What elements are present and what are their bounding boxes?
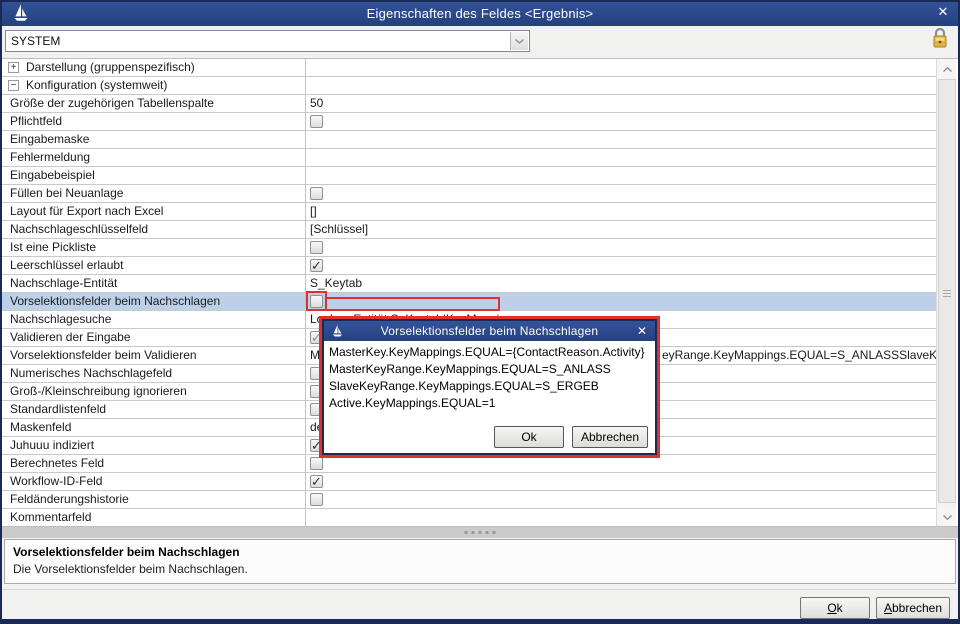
property-label: Ist eine Pickliste bbox=[10, 239, 96, 256]
property-label: Validieren der Eingabe bbox=[10, 329, 131, 346]
property-label: Maskenfeld bbox=[10, 419, 71, 436]
combobox-value: SYSTEM bbox=[11, 34, 60, 48]
popup-title-bar: Vorselektionsfelder beim Nachschlagen ✕ bbox=[324, 321, 655, 341]
property-label: Leerschlüssel erlaubt bbox=[10, 257, 123, 274]
expand-icon[interactable]: + bbox=[8, 62, 19, 73]
popup-ok-button[interactable]: Ok bbox=[494, 426, 564, 448]
property-row[interactable]: Nachschlageschlüsselfeld [Schlüssel] bbox=[2, 221, 936, 239]
cancel-button[interactable]: Abbrechen bbox=[876, 597, 950, 619]
vertical-scrollbar[interactable] bbox=[936, 59, 956, 526]
mapping-line: SlaveKeyRange.KeyMappings.EQUAL=S_ERGEB bbox=[324, 378, 655, 395]
property-label: Füllen bei Neuanlage bbox=[10, 185, 123, 202]
property-label: Groß-/Kleinschreibung ignorieren bbox=[10, 383, 187, 400]
property-label: Nachschlagesuche bbox=[10, 311, 111, 328]
mapping-lines: MasterKey.KeyMappings.EQUAL={ContactReas… bbox=[324, 341, 655, 412]
property-label: Kommentarfeld bbox=[10, 509, 91, 526]
property-label: Eingabebeispiel bbox=[10, 167, 95, 184]
close-icon[interactable]: ✕ bbox=[634, 322, 650, 338]
property-value: [Schlüssel] bbox=[310, 221, 368, 238]
property-row[interactable]: Vorselektionsfelder beim Nachschlagen bbox=[2, 293, 936, 311]
description-panel: Vorselektionsfelder beim Nachschlagen Di… bbox=[4, 539, 956, 584]
category-row[interactable]: + Darstellung (gruppenspezifisch) bbox=[2, 59, 936, 77]
property-checkbox[interactable] bbox=[310, 187, 323, 200]
property-checkbox[interactable]: ✓ bbox=[310, 475, 323, 488]
property-checkbox[interactable] bbox=[310, 115, 323, 128]
property-checkbox[interactable] bbox=[310, 457, 323, 470]
column-separator bbox=[305, 59, 306, 526]
scrollbar-thumb[interactable] bbox=[938, 79, 956, 503]
property-label: Workflow-ID-Feld bbox=[10, 473, 102, 490]
property-label: Konfiguration (systemweit) bbox=[26, 77, 167, 94]
chevron-down-icon[interactable] bbox=[510, 32, 528, 50]
property-label: Vorselektionsfelder beim Validieren bbox=[10, 347, 197, 364]
property-row[interactable]: Eingabebeispiel bbox=[2, 167, 936, 185]
collapse-icon[interactable]: − bbox=[8, 80, 19, 91]
description-title: Vorselektionsfelder beim Nachschlagen bbox=[13, 545, 240, 559]
popup-body: MasterKey.KeyMappings.EQUAL={ContactReas… bbox=[324, 341, 655, 453]
property-row[interactable]: Leerschlüssel erlaubt ✓ bbox=[2, 257, 936, 275]
property-label: Feldänderungshistorie bbox=[10, 491, 129, 508]
property-label: Nachschlage-Entität bbox=[10, 275, 117, 292]
property-label: Darstellung (gruppenspezifisch) bbox=[26, 59, 195, 76]
splitter-handle[interactable] bbox=[2, 526, 958, 538]
property-label: Numerisches Nachschlagefeld bbox=[10, 365, 172, 382]
property-row[interactable]: Größe der zugehörigen Tabellenspalte 50 bbox=[2, 95, 936, 113]
ok-button[interactable]: Ok bbox=[800, 597, 870, 619]
category-row[interactable]: −Konfiguration (systemweit) bbox=[2, 77, 936, 95]
property-value: S_Keytab bbox=[310, 275, 362, 292]
lock-icon[interactable] bbox=[931, 27, 949, 50]
description-text: Die Vorselektionsfelder beim Nachschlage… bbox=[13, 562, 248, 576]
checkmark-icon: ✓ bbox=[311, 473, 322, 490]
property-label: Layout für Export nach Excel bbox=[10, 203, 163, 220]
property-value: 50 bbox=[310, 95, 323, 112]
property-row[interactable]: Workflow-ID-Feld ✓ bbox=[2, 473, 936, 491]
property-checkbox[interactable]: ✓ bbox=[310, 259, 323, 272]
sailboat-icon bbox=[12, 3, 30, 23]
popup-window: Vorselektionsfelder beim Nachschlagen ✕ … bbox=[322, 319, 657, 455]
window-title: Eigenschaften des Feldes <Ergebnis> bbox=[0, 6, 960, 21]
property-label: Standardlistenfeld bbox=[10, 401, 106, 418]
property-checkbox[interactable] bbox=[310, 295, 323, 308]
footer-bar: Ok Abbrechen bbox=[2, 589, 958, 619]
preselection-popup: Vorselektionsfelder beim Nachschlagen ✕ … bbox=[319, 316, 660, 458]
sailboat-icon bbox=[331, 324, 344, 338]
property-row[interactable]: Kommentarfeld bbox=[2, 509, 936, 526]
property-label: Juhuuu indiziert bbox=[10, 437, 94, 454]
property-row[interactable]: Pflichtfeld bbox=[2, 113, 936, 131]
property-checkbox[interactable] bbox=[310, 241, 323, 254]
property-row[interactable]: Nachschlage-Entität S_Keytab bbox=[2, 275, 936, 293]
property-row[interactable]: Ist eine Pickliste bbox=[2, 239, 936, 257]
close-icon[interactable]: ✕ bbox=[934, 3, 952, 21]
mapping-line: MasterKeyRange.KeyMappings.EQUAL=S_ANLAS… bbox=[324, 361, 655, 378]
mapping-line: Active.KeyMappings.EQUAL=1 bbox=[324, 395, 655, 412]
property-label: Pflichtfeld bbox=[10, 113, 62, 130]
checkmark-icon: ✓ bbox=[311, 257, 322, 274]
property-value: [] bbox=[310, 203, 317, 220]
property-row[interactable]: Fehlermeldung bbox=[2, 149, 936, 167]
field-group-combobox[interactable]: SYSTEM bbox=[5, 30, 530, 52]
properties-dialog: Eigenschaften des Feldes <Ergebnis> ✕ SY… bbox=[0, 0, 960, 624]
mapping-line: MasterKey.KeyMappings.EQUAL={ContactReas… bbox=[324, 344, 655, 361]
title-bar: Eigenschaften des Feldes <Ergebnis> ✕ bbox=[0, 0, 960, 26]
property-checkbox[interactable] bbox=[310, 493, 323, 506]
property-label: Vorselektionsfelder beim Nachschlagen bbox=[10, 293, 220, 310]
property-row[interactable]: Füllen bei Neuanlage bbox=[2, 185, 936, 203]
scroll-down-icon[interactable] bbox=[938, 508, 956, 526]
property-label: Eingabemaske bbox=[10, 131, 89, 148]
splitter-grip-icon bbox=[465, 531, 496, 534]
property-label: Berechnetes Feld bbox=[10, 455, 104, 472]
property-label: Fehlermeldung bbox=[10, 149, 90, 166]
scrollbar-grip bbox=[943, 288, 951, 296]
popup-cancel-button[interactable]: Abbrechen bbox=[572, 426, 648, 448]
property-value-continued: eyRange.KeyMappings.EQUAL=S_ANLASSSlaveK… bbox=[662, 347, 954, 364]
property-label: Nachschlageschlüsselfeld bbox=[10, 221, 148, 238]
property-row[interactable]: Feldänderungshistorie bbox=[2, 491, 936, 509]
popup-title: Vorselektionsfelder beim Nachschlagen bbox=[324, 324, 655, 338]
property-row[interactable]: Layout für Export nach Excel [] bbox=[2, 203, 936, 221]
property-label: Größe der zugehörigen Tabellenspalte bbox=[10, 95, 214, 112]
property-row[interactable]: Eingabemaske bbox=[2, 131, 936, 149]
scroll-up-icon[interactable] bbox=[938, 60, 956, 78]
